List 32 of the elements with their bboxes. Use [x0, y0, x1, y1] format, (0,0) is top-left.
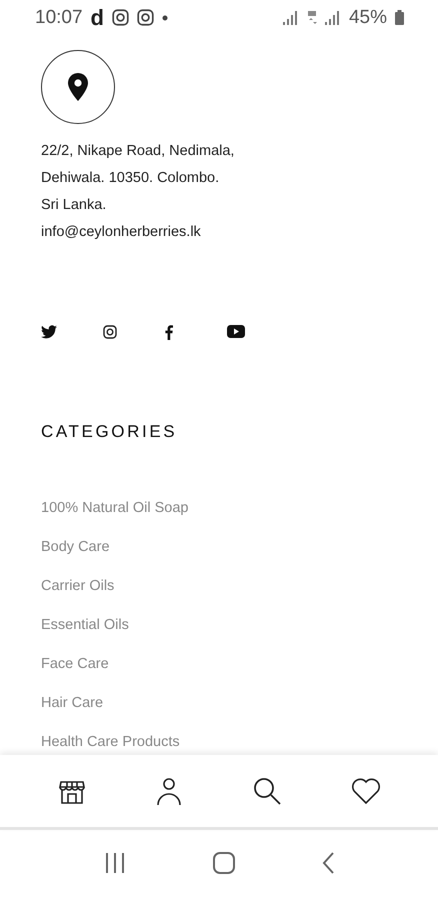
email-link[interactable]: info@ceylonherberries.lk	[41, 219, 397, 246]
location-pin-icon	[68, 73, 88, 101]
instagram-icon	[112, 9, 129, 26]
category-link[interactable]: Body Care	[41, 537, 397, 557]
facebook-icon[interactable]	[165, 325, 173, 340]
category-link[interactable]: Essential Oils	[41, 615, 397, 635]
instagram-icon[interactable]	[103, 325, 117, 339]
address-line: Dehiwala. 10350. Colombo.	[41, 169, 220, 188]
category-link[interactable]: Health Care Products	[41, 732, 397, 752]
category-link[interactable]: 100% Natural Oil Soap	[41, 498, 397, 518]
dot-icon	[162, 14, 168, 20]
back-icon[interactable]	[322, 852, 334, 874]
category-link[interactable]: Carrier Oils	[41, 576, 397, 596]
youtube-icon[interactable]	[227, 325, 245, 338]
battery-level: 45%	[348, 6, 387, 28]
twitter-bird-icon[interactable]	[41, 325, 57, 339]
clock: 10:07	[35, 6, 83, 28]
battery-icon	[395, 10, 404, 25]
section-heading: CATEGORIES	[41, 422, 178, 442]
signal-icon	[324, 10, 341, 24]
address-line: Sri Lanka.	[41, 196, 108, 215]
heart-icon[interactable]	[351, 777, 382, 805]
category-link[interactable]: Face Care	[41, 654, 397, 674]
signal-icon	[282, 10, 299, 24]
category-link[interactable]: Hair Care	[41, 693, 397, 713]
notification-glyph: d	[90, 4, 104, 30]
search-icon[interactable]	[252, 776, 282, 806]
address-line: 22/2, Nikape Road, Nedimala,	[41, 142, 236, 161]
recents-icon[interactable]	[104, 853, 126, 873]
account-icon[interactable]	[156, 776, 182, 806]
instagram-icon	[137, 9, 154, 26]
home-icon[interactable]	[212, 852, 235, 874]
